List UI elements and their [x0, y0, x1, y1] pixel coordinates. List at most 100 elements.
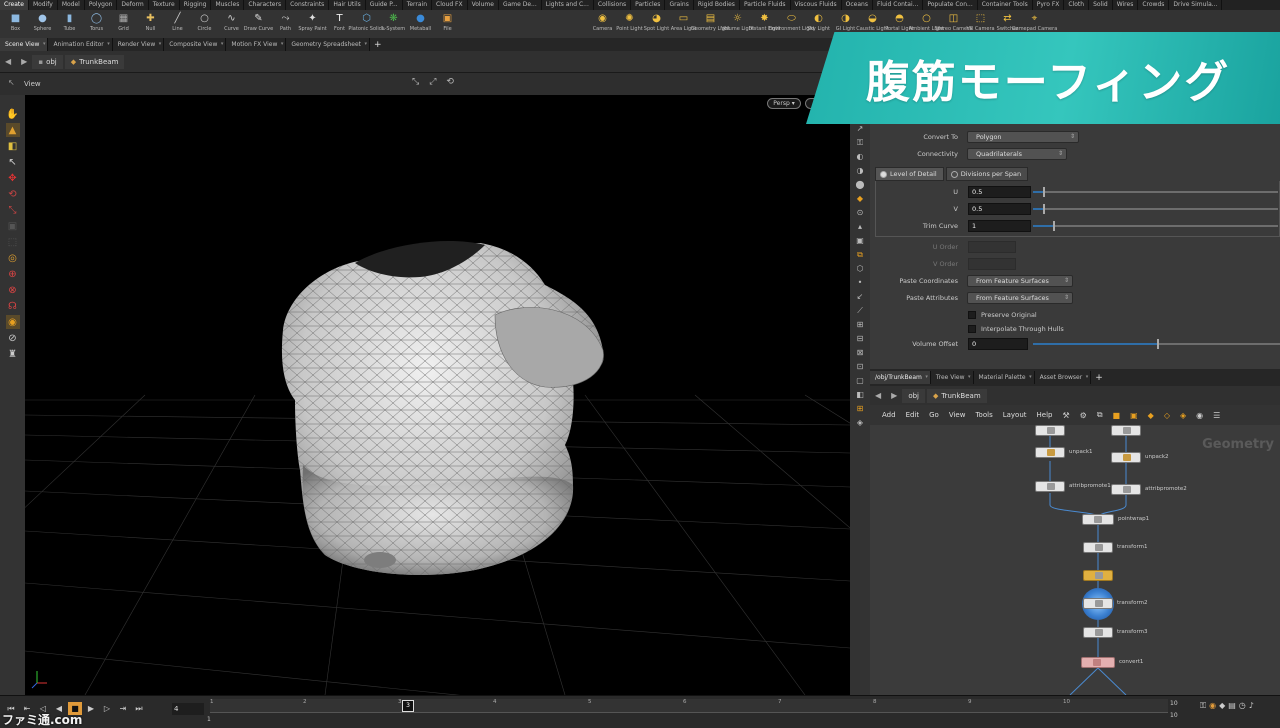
- display-option-icon-19[interactable]: ◧: [854, 389, 866, 400]
- net-tool-icon-8[interactable]: ◉: [1196, 411, 1203, 420]
- timeline-ruler[interactable]: 1 2 3 4 5 6 7 8 9 10 3: [210, 699, 1168, 713]
- net-menu-6[interactable]: Help: [1037, 411, 1053, 419]
- shelf-tab-28[interactable]: Cloth: [1064, 0, 1090, 10]
- display-option-icon-8[interactable]: ▣: [854, 235, 866, 246]
- shelf-tab-7[interactable]: Muscles: [211, 0, 245, 10]
- pane-tab-3[interactable]: Composite View ▾: [164, 38, 227, 51]
- display-option-icon-20[interactable]: ⊞: [854, 403, 866, 414]
- shelf-tab-27[interactable]: Pyro FX: [1033, 0, 1065, 10]
- rotate-mode-icon[interactable]: ⟲: [446, 77, 454, 87]
- trim-curve-knob[interactable]: [1052, 221, 1055, 231]
- shelf-tab-14[interactable]: Volume: [468, 0, 499, 10]
- shelf-tab-4[interactable]: Deform: [117, 0, 149, 10]
- node-pointwrap1[interactable]: [1082, 514, 1114, 525]
- light-tool-6[interactable]: ✸ Distant Light: [748, 10, 780, 38]
- net-tool-icon-3[interactable]: ■: [1113, 411, 1121, 420]
- paste-coordinates-menu[interactable]: From Feature Surfaces ⇕: [967, 275, 1073, 287]
- shelf-tab-21[interactable]: Particle Fluids: [740, 0, 791, 10]
- shelf-tab-20[interactable]: Rigid Bodies: [694, 0, 740, 10]
- net-tool-icon-6[interactable]: ◇: [1164, 411, 1170, 420]
- light-tool-2[interactable]: ◕ Spot Light: [643, 10, 670, 38]
- display-option-icon-17[interactable]: ⊡: [854, 361, 866, 372]
- trim-curve-field[interactable]: 1: [968, 220, 1031, 232]
- shelf-tool-8[interactable]: ∿ Curve: [218, 10, 245, 38]
- back-arrow-icon[interactable]: ◀: [0, 57, 16, 66]
- display-option-icon-3[interactable]: ◑: [854, 165, 866, 176]
- left-tool-icon-15[interactable]: ♜: [6, 347, 20, 361]
- net-tool-icon-7[interactable]: ◈: [1180, 411, 1186, 420]
- node-transform3[interactable]: [1083, 627, 1113, 638]
- shelf-tab-25[interactable]: Populate Con...: [923, 0, 978, 10]
- node-top-left[interactable]: [1035, 425, 1065, 436]
- shelf-tab-18[interactable]: Particles: [631, 0, 666, 10]
- shelf-tab-0[interactable]: Create: [0, 0, 29, 10]
- shelf-tool-7[interactable]: ○ Circle: [191, 10, 218, 38]
- key-icon[interactable]: ⚿: [1200, 701, 1206, 711]
- shelf-tab-5[interactable]: Texture: [149, 0, 180, 10]
- tab-level-of-detail[interactable]: Level of Detail: [875, 167, 944, 181]
- shelf-tool-10[interactable]: ⤳ Path: [272, 10, 299, 38]
- node-attribpromote2[interactable]: [1111, 484, 1141, 495]
- display-option-icon-14[interactable]: ⊞: [854, 319, 866, 330]
- shelf-tool-11[interactable]: ✦ Spray Paint: [298, 10, 326, 38]
- net-crumb-node[interactable]: ◆ TrunkBeam: [926, 388, 987, 403]
- node-convert1[interactable]: [1081, 657, 1115, 668]
- volume-offset-knob[interactable]: [1157, 339, 1159, 349]
- v-slider-knob[interactable]: [1042, 204, 1045, 214]
- shelf-tab-19[interactable]: Grains: [665, 0, 694, 10]
- net-tab-0[interactable]: /obj/TrunkBeam ▾: [870, 371, 931, 384]
- net-menu-3[interactable]: View: [949, 411, 966, 419]
- pane-tab-0[interactable]: Scene View ▾: [0, 38, 49, 51]
- net-tool-icon-5[interactable]: ◆: [1148, 411, 1154, 420]
- net-menu-5[interactable]: Layout: [1003, 411, 1027, 419]
- shelf-tab-10[interactable]: Hair Utils: [329, 0, 366, 10]
- pane-tab-5[interactable]: Geometry Spreadsheet ▾: [286, 38, 370, 51]
- shelf-tab-9[interactable]: Constraints: [286, 0, 330, 10]
- pane-tab-2[interactable]: Render View ▾: [113, 38, 165, 51]
- left-tool-icon-14[interactable]: ⊘: [6, 331, 20, 345]
- light-tool-1[interactable]: ✺ Point Light: [616, 10, 643, 38]
- shelf-tab-11[interactable]: Guide P...: [366, 0, 403, 10]
- left-tool-icon-12[interactable]: ☊: [6, 299, 20, 313]
- shelf-tab-3[interactable]: Polygon: [85, 0, 118, 10]
- 3d-viewport[interactable]: Persp ▾: [25, 95, 850, 695]
- node-top-right[interactable]: [1111, 425, 1141, 436]
- back-arrow-icon[interactable]: ◀: [870, 391, 886, 400]
- node-unpack2[interactable]: [1111, 452, 1141, 463]
- connectivity-menu[interactable]: Quadrilaterals ⇕: [967, 148, 1067, 160]
- net-menu-0[interactable]: Add: [882, 411, 896, 419]
- u-field[interactable]: 0.5: [968, 186, 1031, 198]
- left-tool-icon-6[interactable]: ⤡: [6, 203, 20, 217]
- tab-divisions-per-span[interactable]: Divisions per Span: [945, 167, 1029, 181]
- shelf-tool-6[interactable]: ╱ Line: [164, 10, 191, 38]
- shelf-tab-17[interactable]: Collisions: [594, 0, 632, 10]
- trim-curve-slider[interactable]: [1033, 221, 1278, 231]
- shelf-tab-15[interactable]: Game De...: [499, 0, 542, 10]
- shelf-tab-22[interactable]: Viscous Fluids: [791, 0, 842, 10]
- shelf-tool-2[interactable]: ▮ Tube: [56, 10, 83, 38]
- playback-icon-8[interactable]: ⏭: [132, 702, 146, 715]
- shelf-tab-6[interactable]: Rigging: [180, 0, 212, 10]
- display-option-icon-5[interactable]: ◆: [854, 193, 866, 204]
- node-unpack1[interactable]: [1035, 447, 1065, 458]
- shelf-tab-23[interactable]: Oceans: [842, 0, 873, 10]
- display-option-icon-18[interactable]: ▢: [854, 375, 866, 386]
- pin-icon[interactable]: ↖: [8, 78, 15, 87]
- display-option-icon-21[interactable]: ◈: [854, 417, 866, 428]
- shelf-tab-13[interactable]: Cloud FX: [432, 0, 468, 10]
- v-field[interactable]: 0.5: [968, 203, 1031, 215]
- display-option-icon-13[interactable]: ⟋: [854, 305, 866, 316]
- net-tab-1[interactable]: Tree View ▾: [931, 371, 974, 384]
- shelf-tool-3[interactable]: ◯ Torus: [83, 10, 110, 38]
- shelf-tab-30[interactable]: Wires: [1113, 0, 1139, 10]
- left-tool-icon-0[interactable]: ✋: [6, 107, 20, 121]
- light-tool-0[interactable]: ◉ Camera: [589, 10, 616, 38]
- display-option-icon-4[interactable]: ⬤: [854, 179, 866, 190]
- network-editor[interactable]: Geometry unpack1 unpack2 attribpromote1 …: [870, 425, 1280, 695]
- shelf-tool-9[interactable]: ✎ Draw Curve: [244, 10, 273, 38]
- frame-field[interactable]: 4: [172, 703, 204, 715]
- display-option-icon-0[interactable]: ↗: [854, 123, 866, 134]
- shelf-tool-4[interactable]: ▦ Grid: [110, 10, 137, 38]
- left-tool-icon-11[interactable]: ⊗: [6, 283, 20, 297]
- shelf-tab-29[interactable]: Solid: [1089, 0, 1113, 10]
